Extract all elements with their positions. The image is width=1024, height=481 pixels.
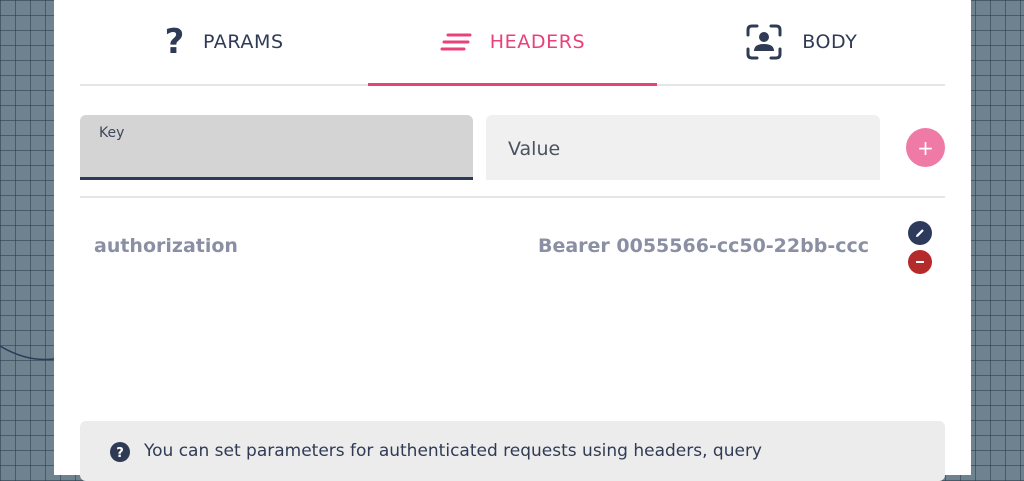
info-text: You can set parameters for authenticated… (144, 441, 762, 461)
request-panel: ? PARAMS HEADERS BODY Key Value + author… (54, 0, 971, 481)
lines-icon (440, 32, 472, 52)
question-circle-icon: ? (110, 442, 130, 462)
header-key: authorization (94, 235, 238, 257)
header-row: authorization Bearer 0055566-cc50-22bb-c… (80, 218, 945, 278)
question-icon: ? (164, 22, 185, 62)
tab-body-label: BODY (802, 31, 858, 53)
plus-icon: + (917, 135, 934, 160)
value-input[interactable] (506, 115, 870, 182)
tab-body[interactable]: BODY (657, 0, 945, 84)
add-header-button[interactable]: + (906, 128, 945, 167)
connector-line (0, 345, 60, 361)
edit-header-button[interactable] (908, 221, 932, 245)
remove-header-button[interactable] (908, 250, 932, 274)
divider (80, 196, 945, 198)
tab-params[interactable]: ? PARAMS (80, 0, 368, 84)
header-value: Bearer 0055566-cc50-22bb-ccc (537, 235, 869, 257)
minus-icon (916, 261, 924, 263)
key-field-label: Key (99, 125, 125, 141)
user-focus-icon (744, 22, 784, 62)
svg-text:?: ? (116, 446, 124, 461)
info-note: ? You can set parameters for authenticat… (80, 421, 945, 481)
pencil-icon (916, 229, 924, 237)
value-field[interactable] (486, 115, 880, 182)
tab-headers[interactable]: HEADERS (368, 0, 657, 86)
key-input[interactable] (98, 145, 462, 175)
tab-headers-label: HEADERS (489, 31, 586, 53)
tab-bar: ? PARAMS HEADERS BODY (80, 0, 945, 86)
tab-params-label: PARAMS (202, 31, 284, 53)
key-field[interactable]: Key (80, 115, 473, 180)
